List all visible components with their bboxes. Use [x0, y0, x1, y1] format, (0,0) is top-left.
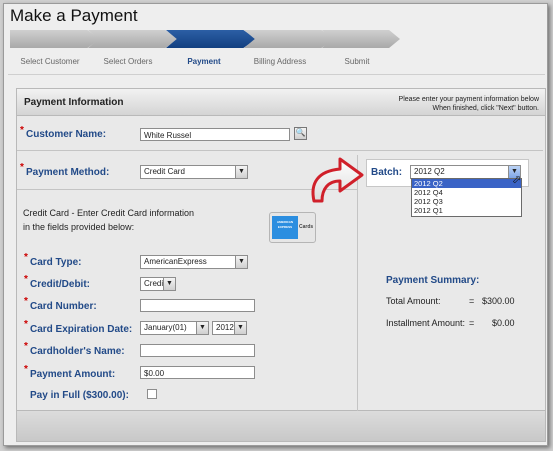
required-marker: *	[24, 296, 28, 307]
expiration-month-select[interactable]: January(01) ▼	[140, 321, 209, 335]
expiration-year-select[interactable]: 2012 ▼	[212, 321, 247, 335]
required-marker: *	[24, 252, 28, 263]
step-payment	[166, 30, 256, 48]
panel-footer	[17, 410, 545, 441]
wizard-steps	[10, 30, 400, 50]
card-number-field[interactable]	[140, 299, 255, 312]
step-label-select-orders: Select Orders	[103, 57, 153, 66]
payment-method-value: Credit Card	[144, 167, 185, 176]
amex-card-image: AMERICAN EXPRESS Cards	[269, 212, 316, 243]
search-icon[interactable]: 🔍	[294, 127, 307, 140]
amex-logo: AMERICAN EXPRESS	[272, 216, 298, 239]
step-label-payment: Payment	[187, 57, 221, 66]
customer-name-label: Customer Name:	[26, 129, 107, 140]
required-marker: *	[24, 274, 28, 285]
payment-panel: Payment Information Please enter your pa…	[16, 88, 546, 442]
required-marker: *	[20, 125, 24, 136]
cardholder-name-label: Cardholder's Name:	[30, 346, 125, 357]
card-type-label: Card Type:	[30, 257, 82, 268]
installment-amount-value: $0.00	[492, 318, 515, 328]
installment-amount-label: Installment Amount:	[386, 318, 466, 328]
panel-hint-line2: When finished, click "Next" button.	[432, 105, 539, 112]
divider	[8, 74, 545, 75]
panel-header: Payment Information Please enter your pa…	[17, 89, 545, 116]
total-amount-value: $300.00	[482, 296, 515, 306]
step-submit	[322, 30, 400, 48]
required-marker: *	[24, 364, 28, 375]
total-amount-equals: =	[469, 296, 475, 306]
cc-description-line1: Credit Card - Enter Credit Card informat…	[23, 208, 195, 218]
callout-arrow-icon	[311, 157, 364, 203]
required-marker: *	[24, 319, 28, 330]
batch-option[interactable]: 2012 Q1	[412, 206, 521, 215]
panel-hint-line1: Please enter your payment information be…	[398, 96, 539, 103]
batch-select[interactable]: 2012 Q2 ▼	[410, 165, 521, 179]
card-number-label: Card Number:	[30, 301, 97, 312]
customer-name-field[interactable]: White Russel	[140, 128, 290, 141]
step-select-customer	[10, 30, 100, 48]
cardholder-name-field[interactable]	[140, 344, 255, 357]
payment-method-label: Payment Method:	[26, 167, 110, 178]
panel-hint: Please enter your payment information be…	[299, 95, 539, 113]
step-select-orders	[88, 30, 178, 48]
chevron-down-icon: ▼	[196, 322, 208, 334]
payment-amount-label: Payment Amount:	[30, 369, 116, 380]
chevron-down-icon: ▼	[163, 278, 175, 290]
page-title: Make a Payment	[10, 6, 138, 25]
card-type-value: AmericanExpress	[144, 257, 207, 266]
payment-method-select[interactable]: Credit Card ▼	[140, 165, 248, 179]
step-label-submit: Submit	[344, 57, 370, 66]
row-divider	[17, 150, 543, 151]
pay-in-full-label: Pay in Full ($300.00):	[30, 390, 129, 401]
expiration-date-label: Card Expiration Date:	[30, 324, 133, 335]
batch-option[interactable]: 2012 Q2	[412, 179, 521, 188]
batch-dropdown-list: 2012 Q2 2012 Q4 2012 Q3 2012 Q1	[411, 178, 522, 217]
required-marker: *	[24, 341, 28, 352]
total-amount-label: Total Amount:	[386, 296, 441, 306]
amex-cards-text: Cards	[299, 224, 314, 230]
step-billing-address	[244, 30, 334, 48]
installment-amount-equals: =	[469, 318, 475, 328]
batch-option[interactable]: 2012 Q3	[412, 197, 521, 206]
payment-amount-field[interactable]: $0.00	[140, 366, 255, 379]
chevron-down-icon: ▼	[234, 322, 246, 334]
batch-option[interactable]: 2012 Q4	[412, 188, 521, 197]
batch-label: Batch:	[371, 167, 403, 178]
step-label-billing-address: Billing Address	[253, 57, 307, 66]
expiration-year-value: 2012	[216, 323, 234, 332]
required-marker: *	[20, 162, 24, 173]
chevron-down-icon: ▼	[235, 256, 247, 268]
step-label-select-customer: Select Customer	[20, 57, 80, 66]
chevron-down-icon: ▼	[235, 166, 247, 178]
batch-selected-value: 2012 Q2	[414, 167, 445, 176]
panel-title: Payment Information	[24, 97, 124, 108]
mouse-cursor-icon: ⬀	[512, 174, 522, 186]
credit-debit-select[interactable]: Credit ▼	[140, 277, 176, 291]
expiration-month-value: January(01)	[144, 323, 187, 332]
cc-description-line2: in the fields provided below:	[23, 222, 135, 232]
payment-summary-title: Payment Summary:	[386, 275, 480, 286]
pay-in-full-checkbox[interactable]	[147, 389, 157, 399]
card-type-select[interactable]: AmericanExpress ▼	[140, 255, 248, 269]
credit-debit-label: Credit/Debit:	[30, 279, 90, 290]
